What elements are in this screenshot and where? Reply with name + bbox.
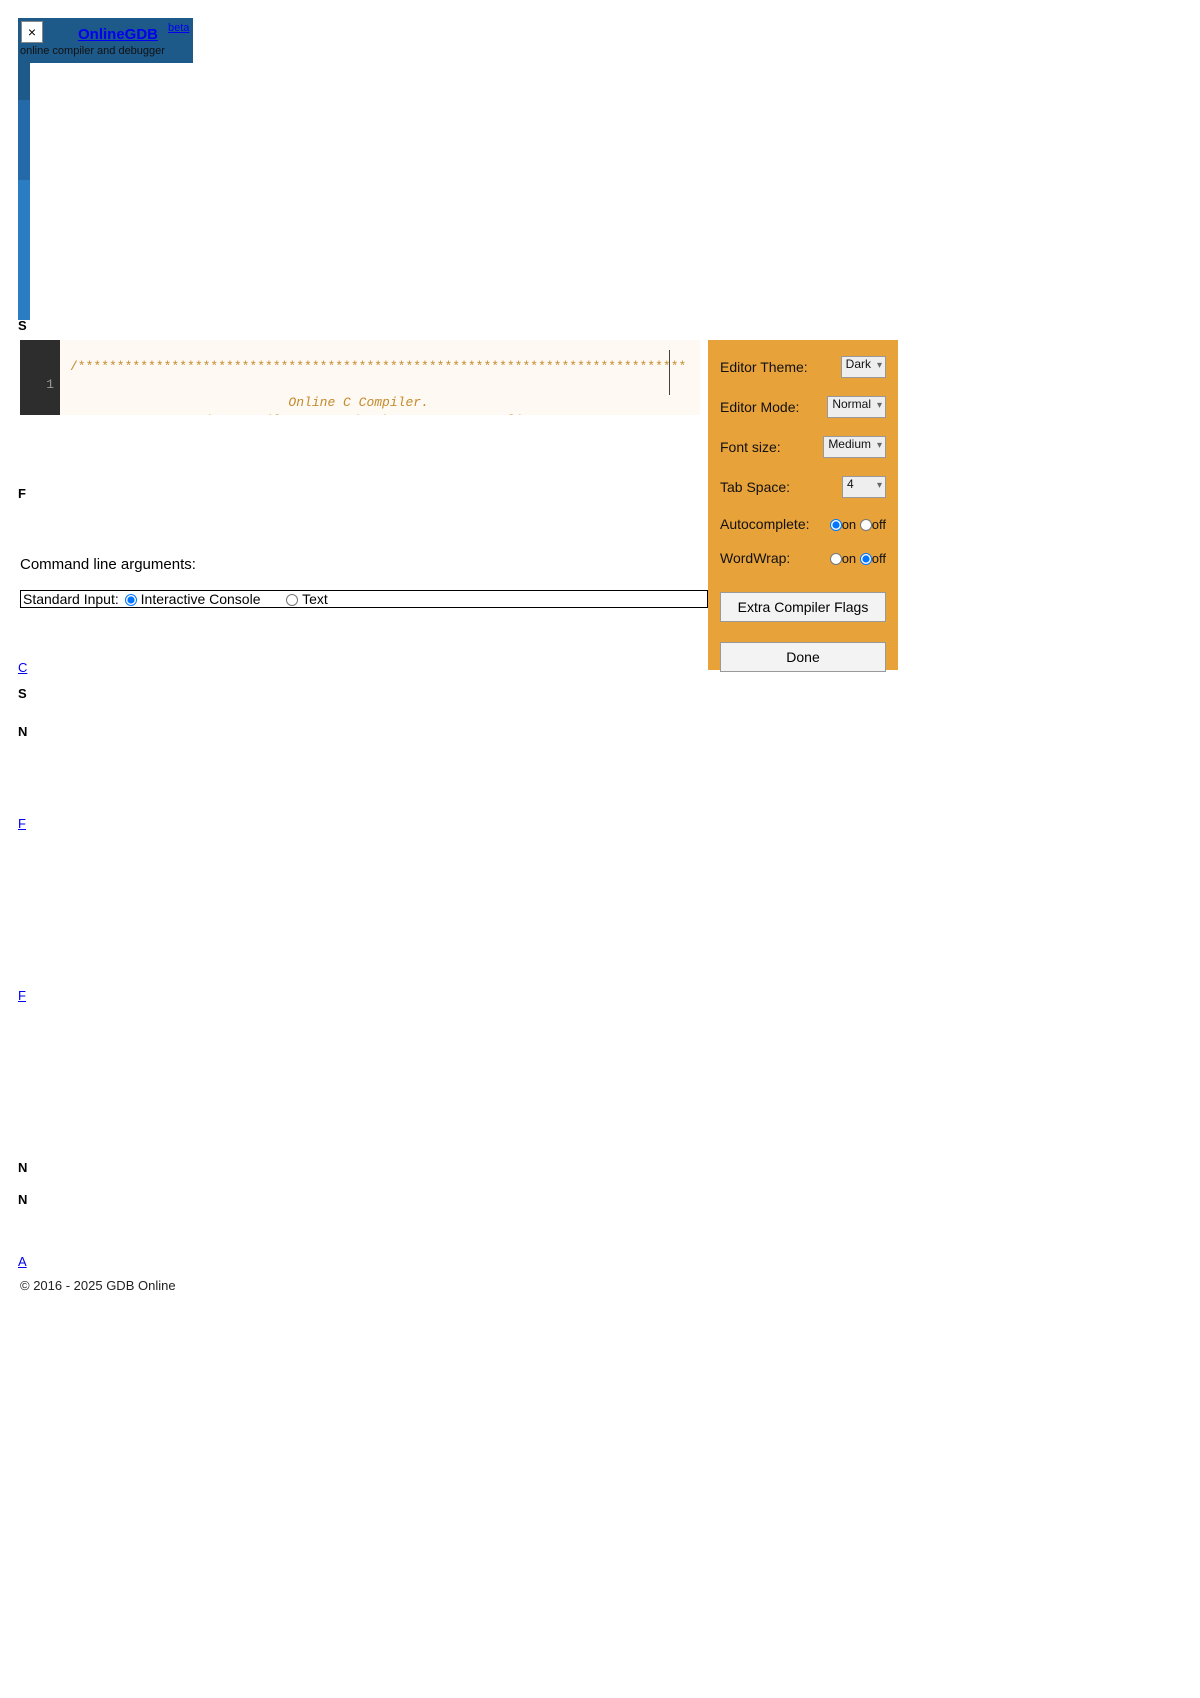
font-size-label: Font size: bbox=[720, 439, 781, 455]
brand-link[interactable]: OnlineGDB bbox=[78, 26, 158, 43]
tab-space-label: Tab Space: bbox=[720, 479, 790, 495]
editor-settings-panel: Editor Theme: Dark Editor Mode: Normal F… bbox=[708, 340, 898, 670]
wordwrap-on-radio[interactable] bbox=[830, 553, 842, 565]
stdin-interactive-label: Interactive Console bbox=[141, 591, 261, 607]
wordwrap-off-radio[interactable] bbox=[860, 553, 872, 565]
autocomplete-off-radio[interactable] bbox=[860, 519, 872, 531]
extra-compiler-flags-button[interactable]: Extra Compiler Flags bbox=[720, 592, 886, 622]
edge-char: A bbox=[18, 1254, 27, 1269]
tab-space-select[interactable]: 4 bbox=[842, 476, 886, 498]
font-size-select[interactable]: Medium bbox=[823, 436, 886, 458]
left-nav-strip bbox=[18, 60, 30, 320]
runtime-options: Command line arguments: Standard Input: … bbox=[20, 556, 708, 606]
edge-char: N bbox=[18, 1192, 27, 1207]
off-label: off bbox=[872, 517, 886, 532]
beta-link[interactable]: beta bbox=[168, 22, 189, 34]
cmdline-args-label: Command line arguments: bbox=[20, 556, 708, 574]
editor-mode-label: Editor Mode: bbox=[720, 399, 799, 415]
code-editor[interactable]: 1 2 3 4 /*******************************… bbox=[20, 340, 700, 415]
code-content: /***************************************… bbox=[70, 340, 686, 415]
line-number: 1 bbox=[20, 376, 54, 394]
edge-char: N bbox=[18, 1160, 27, 1175]
stdin-interactive-radio[interactable] bbox=[125, 594, 137, 606]
done-button[interactable]: Done bbox=[720, 642, 886, 672]
edge-char: N bbox=[18, 724, 27, 739]
tagline: online compiler and debugger bbox=[20, 45, 165, 57]
copyright: © 2016 - 2025 GDB Online bbox=[20, 1278, 176, 1293]
text-cursor bbox=[669, 350, 670, 395]
line-number-gutter: 1 2 3 4 bbox=[20, 340, 60, 415]
editor-theme-label: Editor Theme: bbox=[720, 359, 808, 375]
editor-theme-select[interactable]: Dark bbox=[841, 356, 886, 378]
stdin-text-radio[interactable] bbox=[286, 594, 298, 606]
edge-char: F bbox=[18, 486, 26, 501]
edge-char: F bbox=[18, 988, 26, 1003]
stdin-bar: Standard Input: Interactive Console Text bbox=[20, 590, 708, 608]
autocomplete-on-radio[interactable] bbox=[830, 519, 842, 531]
edge-char: S bbox=[18, 686, 27, 701]
close-icon[interactable]: × bbox=[21, 21, 43, 43]
stdin-text-label: Text bbox=[302, 591, 328, 607]
on-label: on bbox=[842, 517, 856, 532]
autocomplete-label: Autocomplete: bbox=[720, 516, 810, 532]
edge-char: C bbox=[18, 660, 27, 675]
edge-char: F bbox=[18, 816, 26, 831]
editor-mode-select[interactable]: Normal bbox=[827, 396, 886, 418]
on-label: on bbox=[842, 551, 856, 566]
off-label: off bbox=[872, 551, 886, 566]
wordwrap-label: WordWrap: bbox=[720, 550, 790, 566]
stdin-label: Standard Input: bbox=[23, 591, 119, 607]
edge-char: S bbox=[18, 318, 27, 333]
